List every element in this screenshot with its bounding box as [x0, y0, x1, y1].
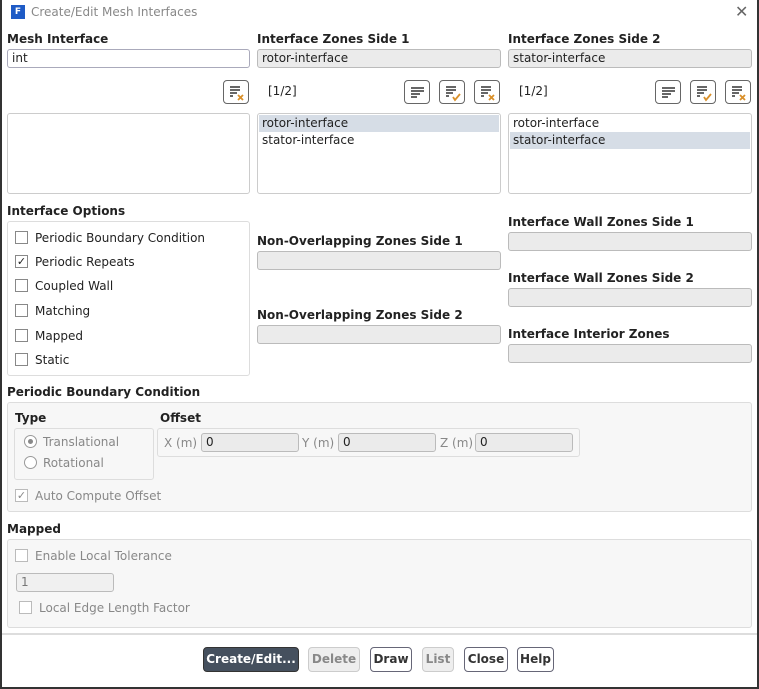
draw-button[interactable]: Draw: [370, 647, 412, 672]
offset-label: Offset: [160, 411, 201, 425]
z-offset-input[interactable]: 0: [475, 433, 573, 452]
side2-label: Interface Zones Side 2: [508, 32, 661, 46]
y-label: Y (m): [302, 436, 335, 450]
x-offset-input[interactable]: 0: [201, 433, 299, 452]
list-button[interactable]: List: [422, 647, 454, 672]
wall-side2-field: [508, 288, 752, 307]
mesh-interface-label: Mesh Interface: [7, 32, 109, 46]
z-label: Z (m): [440, 436, 474, 450]
mapped-checkbox[interactable]: [15, 329, 28, 342]
enable-tolerance-checkbox[interactable]: [15, 549, 28, 562]
rotational-radio[interactable]: [24, 456, 37, 469]
list-item[interactable]: rotor-interface: [510, 115, 750, 132]
side2-list[interactable]: rotor-interface stator-interface: [508, 113, 752, 194]
translational-label: Translational: [43, 435, 120, 449]
list-deselect-icon: [481, 86, 495, 101]
mapped-label: Mapped: [35, 329, 83, 343]
list-item[interactable]: stator-interface: [259, 132, 499, 149]
edge-length-label: Local Edge Length Factor: [39, 601, 190, 615]
close-icon[interactable]: ✕: [735, 2, 748, 21]
periodic-bc-checkbox[interactable]: [15, 231, 28, 244]
coupled-wall-checkbox[interactable]: [15, 279, 28, 292]
periodic-repeats-checkbox[interactable]: ✓: [15, 255, 28, 268]
matching-label: Matching: [35, 304, 91, 318]
coupled-wall-label: Coupled Wall: [35, 279, 114, 293]
enable-tolerance-label: Enable Local Tolerance: [35, 549, 172, 563]
window-title: Create/Edit Mesh Interfaces: [31, 5, 198, 19]
periodic-bc-label: Periodic Boundary Condition: [35, 231, 206, 245]
side1-list[interactable]: rotor-interface stator-interface: [257, 113, 501, 194]
side2-deselect-button[interactable]: [725, 80, 751, 104]
static-label: Static: [35, 353, 70, 367]
create-edit-button[interactable]: Create/Edit...: [203, 647, 299, 672]
non-overlap-side1-label: Non-Overlapping Zones Side 1: [257, 234, 463, 248]
list-deselect-icon: [732, 86, 746, 101]
list-item[interactable]: rotor-interface: [259, 115, 499, 132]
side1-label: Interface Zones Side 1: [257, 32, 410, 46]
side1-field: rotor-interface: [257, 49, 501, 68]
list-icon: [411, 87, 424, 98]
deselect-all-button[interactable]: [223, 80, 249, 104]
y-offset-input[interactable]: 0: [338, 433, 436, 452]
list-item[interactable]: stator-interface: [510, 132, 750, 149]
side2-select-button[interactable]: [690, 80, 716, 104]
dialog-window: F Create/Edit Mesh Interfaces ✕ Mesh Int…: [0, 0, 759, 689]
title-bar: F Create/Edit Mesh Interfaces ✕: [2, 0, 757, 26]
wall-side1-field: [508, 232, 752, 251]
non-overlap-side2-label: Non-Overlapping Zones Side 2: [257, 308, 463, 322]
non-overlap-side1-field: [257, 251, 501, 270]
periodic-section-label: Periodic Boundary Condition: [7, 385, 201, 399]
side1-select-button[interactable]: [439, 80, 465, 104]
tolerance-input[interactable]: 1: [16, 573, 114, 592]
matching-checkbox[interactable]: [15, 304, 28, 317]
side1-select-all-button[interactable]: [404, 80, 430, 104]
mesh-interface-input[interactable]: int: [7, 49, 250, 68]
static-checkbox[interactable]: [15, 353, 28, 366]
auto-compute-label: Auto Compute Offset: [35, 489, 162, 503]
list-check-icon: [446, 86, 461, 102]
mesh-interface-list[interactable]: [7, 113, 250, 194]
help-button[interactable]: Help: [517, 647, 554, 672]
translational-radio[interactable]: [24, 435, 37, 448]
close-button[interactable]: Close: [464, 647, 508, 672]
x-label: X (m): [164, 436, 198, 450]
list-icon: [662, 87, 675, 98]
rotational-label: Rotational: [43, 456, 104, 470]
wall-side2-label: Interface Wall Zones Side 2: [508, 271, 694, 285]
type-label: Type: [15, 411, 47, 425]
delete-button[interactable]: Delete: [308, 647, 360, 672]
interior-zones-field: [508, 344, 752, 363]
side2-field: stator-interface: [508, 49, 752, 68]
list-deselect-icon: [230, 86, 244, 101]
side1-deselect-button[interactable]: [474, 80, 500, 104]
mapped-section-label: Mapped: [7, 522, 61, 536]
interior-zones-label: Interface Interior Zones: [508, 327, 670, 341]
edge-length-checkbox[interactable]: [19, 601, 32, 614]
wall-side1-label: Interface Wall Zones Side 1: [508, 215, 694, 229]
app-icon: F: [11, 5, 25, 19]
auto-compute-checkbox[interactable]: ✓: [15, 489, 28, 502]
side1-count: [1/2]: [268, 84, 297, 98]
interface-options-label: Interface Options: [7, 204, 126, 218]
divider: [2, 633, 757, 635]
side2-count: [1/2]: [519, 84, 548, 98]
side2-select-all-button[interactable]: [655, 80, 681, 104]
periodic-repeats-label: Periodic Repeats: [35, 255, 135, 269]
list-check-icon: [697, 86, 712, 102]
non-overlap-side2-field: [257, 325, 501, 344]
